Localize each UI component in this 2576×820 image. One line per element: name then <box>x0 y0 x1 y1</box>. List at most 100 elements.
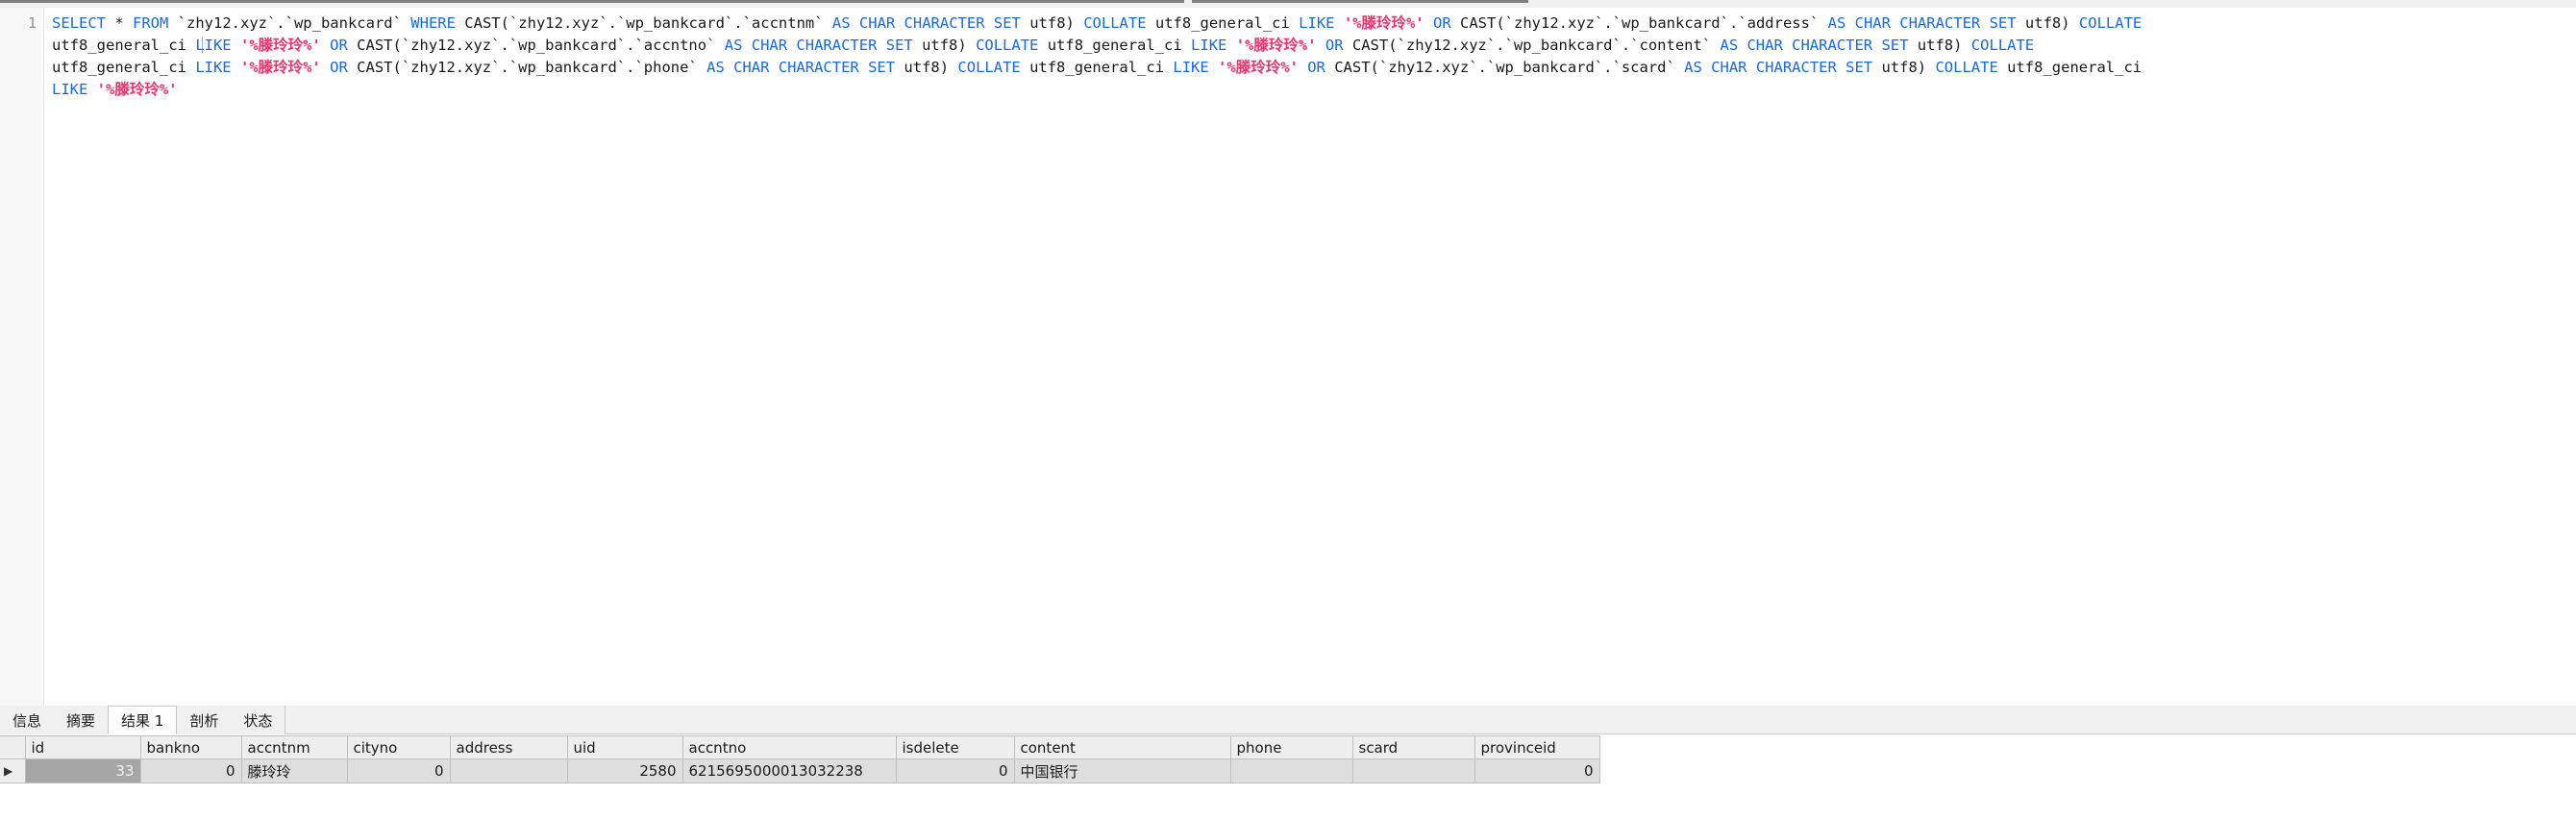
sql-token-str: '%滕玲玲%' <box>1235 37 1317 54</box>
sql-token-kw: OR <box>330 37 348 54</box>
sql-token-pln: CAST(`zhy12.xyz`.`wp_bankcard`.`scard` <box>1325 59 1685 76</box>
sql-code-text[interactable]: SELECT * FROM `zhy12.xyz`.`wp_bankcard` … <box>52 8 2570 101</box>
sql-token-pln <box>1299 59 1307 76</box>
sql-token-pln: utf8) <box>1020 14 1084 32</box>
cell-phone[interactable] <box>1230 758 1353 783</box>
cell-isdelete[interactable]: 0 <box>896 758 1015 783</box>
toolbar-segment-left <box>0 0 1184 3</box>
sql-token-pln: utf8_general_ci <box>1038 37 1192 54</box>
sql-token-pln: utf8_general_ci <box>52 37 196 54</box>
result-tab-bar: 信息 摘要 结果 1 剖析 状态 <box>0 706 2576 734</box>
result-table: id bankno accntnm cityno address uid accntno is… <box>0 735 1600 783</box>
sql-token-str: '%滕玲玲%' <box>96 81 178 98</box>
sql-token-pln <box>232 59 240 76</box>
result-tab-3[interactable]: 剖析 <box>177 706 232 734</box>
sql-token-pln: utf8) <box>1872 59 1936 76</box>
sql-token-kw: COLLATE <box>957 59 1021 76</box>
cell-uid[interactable]: 2580 <box>567 758 683 783</box>
cell-content[interactable]: 中国银行 <box>1014 758 1231 783</box>
sql-token-str: '%滕玲玲%' <box>239 59 321 76</box>
sql-token-pln: CAST(`zhy12.xyz`.`wp_bankcard`.`phone` <box>347 59 707 76</box>
sql-token-kw: SELECT <box>52 14 106 32</box>
line-number: 1 <box>27 14 37 32</box>
sql-token-kw: WHERE <box>410 14 456 32</box>
sql-token-pln: utf8_general_ci <box>52 59 196 76</box>
column-header-isdelete[interactable]: isdelete <box>896 735 1015 759</box>
sql-token-kw: LIKE <box>195 59 232 76</box>
sql-token-kw: AS CHAR CHARACTER SET <box>706 59 896 76</box>
cell-accntnm[interactable]: 滕玲玲 <box>241 758 348 783</box>
sql-line: LIKE '%滕玲玲%' <box>52 79 2570 101</box>
sql-token-kw: COLLATE <box>1935 59 1998 76</box>
sql-token-kw: OR <box>1325 37 1344 54</box>
cell-cityno[interactable]: 0 <box>347 758 451 783</box>
sql-token-pln: utf8) <box>895 59 958 76</box>
sql-token-pln: utf8_general_ci <box>1146 14 1300 32</box>
result-grid[interactable]: id bankno accntnm cityno address uid accntno is… <box>0 735 2576 783</box>
column-header-accntno[interactable]: accntno <box>682 735 897 759</box>
cell-provinceid[interactable]: 0 <box>1474 758 1600 783</box>
column-header-phone[interactable]: phone <box>1230 735 1353 759</box>
sql-token-kw: OR <box>1307 59 1325 76</box>
sql-token-kw: AS CHAR CHARACTER SET <box>1720 37 1909 54</box>
column-header-uid[interactable]: uid <box>567 735 683 759</box>
toolbar-segment-right <box>1192 0 1528 3</box>
column-header-id[interactable]: id <box>25 735 141 759</box>
cell-id[interactable]: 33 <box>25 758 141 783</box>
sql-line: utf8_general_ci LIKE '%滕玲玲%' OR CAST(`zh… <box>52 35 2570 57</box>
result-table-body: ▶ 33 0 滕玲玲 0 2580 6215695000013032238 0 中国银行 0 <box>0 758 1600 783</box>
sql-token-kw: LIKE <box>1299 14 1335 32</box>
sql-token-pln <box>1317 37 1325 54</box>
column-header-provinceid[interactable]: provinceid <box>1474 735 1600 759</box>
result-tab-4[interactable]: 状态 <box>231 706 285 734</box>
cell-bankno[interactable]: 0 <box>140 758 242 783</box>
column-header-bankno[interactable]: bankno <box>140 735 242 759</box>
sql-token-pln: `zhy12.xyz`.`wp_bankcard` <box>168 14 411 32</box>
sql-token-pln <box>87 81 96 98</box>
column-header-content[interactable]: content <box>1014 735 1231 759</box>
sql-token-str: '%滕玲玲%' <box>1343 14 1424 32</box>
sql-token-pln: CAST(`zhy12.xyz`.`wp_bankcard`.`accntnm` <box>455 14 832 32</box>
table-row[interactable]: ▶ 33 0 滕玲玲 0 2580 6215695000013032238 0 中国银行 0 <box>0 758 1600 783</box>
sql-token-pln <box>1335 14 1344 32</box>
sql-token-kw: COLLATE <box>1970 37 2035 54</box>
row-indicator-icon: ▶ <box>0 758 26 783</box>
column-header-scard[interactable]: scard <box>1352 735 1475 759</box>
sql-token-kw: AS CHAR CHARACTER SET <box>1684 59 1873 76</box>
sql-token-pln <box>321 37 330 54</box>
sql-editor[interactable]: 1 SELECT * FROM `zhy12.xyz`.`wp_bankcard… <box>0 8 2576 706</box>
sql-token-pln: utf8_general_ci <box>1020 59 1174 76</box>
sql-token-kw: AS CHAR CHARACTER SET <box>724 37 913 54</box>
result-tab-2[interactable]: 结果 1 <box>108 706 178 734</box>
sql-token-kw: FROM <box>133 14 169 32</box>
sql-token-pln: utf8) <box>912 37 977 54</box>
sql-token-pln: CAST(`zhy12.xyz`.`wp_bankcard`.`accntno` <box>347 37 725 54</box>
sql-token-kw: OR <box>330 59 348 76</box>
cell-address[interactable] <box>450 758 568 783</box>
sql-token-pln <box>321 59 330 76</box>
sql-token-pln: CAST(`zhy12.xyz`.`wp_bankcard`.`content` <box>1343 37 1721 54</box>
column-header-address[interactable]: address <box>450 735 568 759</box>
sql-token-pln <box>1209 59 1218 76</box>
sql-token-pln: * <box>106 14 133 32</box>
result-tab-0[interactable]: 信息 <box>0 706 55 734</box>
sql-token-pln <box>1226 37 1235 54</box>
cell-scard[interactable] <box>1352 758 1475 783</box>
result-tab-list: 信息 摘要 结果 1 剖析 状态 <box>0 706 286 734</box>
sql-token-pln <box>232 37 240 54</box>
result-table-head: id bankno accntnm cityno address uid accntno is… <box>0 735 1600 759</box>
sql-token-kw: LIKE <box>195 37 232 54</box>
line-number-gutter: 1 <box>0 8 44 706</box>
sql-line: SELECT * FROM `zhy12.xyz`.`wp_bankcard` … <box>52 12 2570 35</box>
column-header-accntnm[interactable]: accntnm <box>241 735 348 759</box>
sql-line: utf8_general_ci LIKE '%滕玲玲%' OR CAST(`zh… <box>52 57 2570 79</box>
sql-token-kw: OR <box>1433 14 1451 32</box>
results-panel: 信息 摘要 结果 1 剖析 状态 id bankno accntnm cityno addres… <box>0 706 2576 820</box>
sql-token-kw: LIKE <box>1191 37 1227 54</box>
sql-token-pln: utf8) <box>2016 14 2079 32</box>
column-header-cityno[interactable]: cityno <box>347 735 451 759</box>
result-header-row: id bankno accntnm cityno address uid accntno is… <box>0 735 1600 759</box>
result-tab-1[interactable]: 摘要 <box>54 706 109 734</box>
cell-accntno[interactable]: 6215695000013032238 <box>682 758 897 783</box>
sql-token-kw: COLLATE <box>976 37 1039 54</box>
